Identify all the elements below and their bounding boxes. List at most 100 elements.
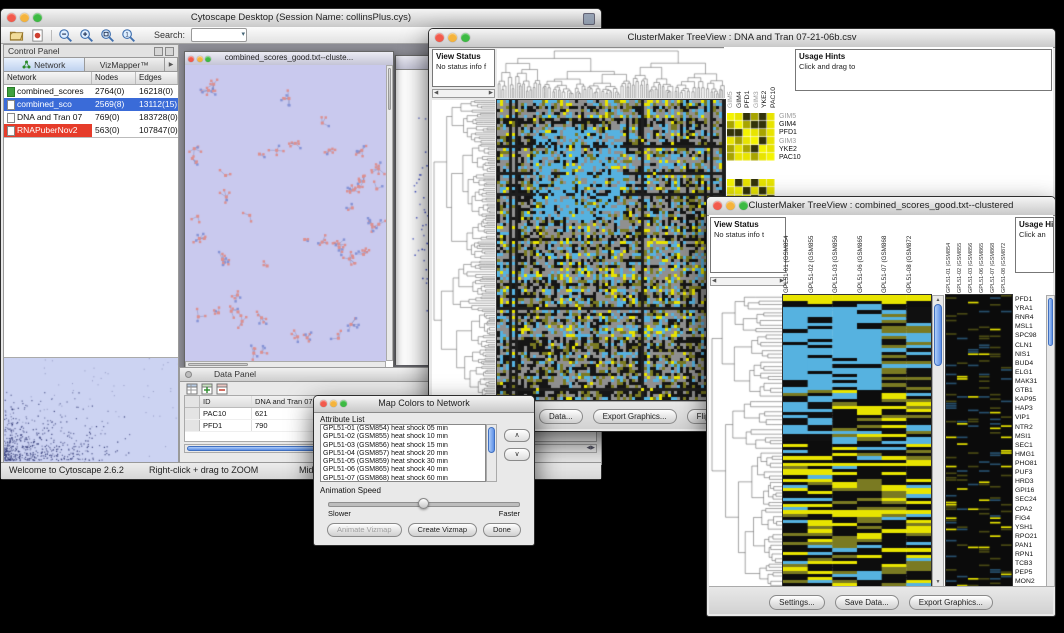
save-data-button[interactable]: Data... bbox=[539, 409, 583, 424]
close-panel-icon[interactable] bbox=[165, 47, 174, 56]
float-panel-icon[interactable] bbox=[154, 47, 163, 56]
network-row-selected[interactable]: combined_sco 2569(8) 13112(15) bbox=[4, 98, 178, 111]
create-attribute-icon[interactable] bbox=[201, 383, 213, 395]
scroll-up-icon[interactable]: ▲ bbox=[933, 297, 943, 303]
zoom-selected-icon[interactable]: 1 bbox=[121, 28, 136, 43]
minimize-button[interactable] bbox=[448, 33, 457, 42]
attribute-list-item[interactable]: GPL51-01 (GSM854) heat shock 05 min bbox=[321, 425, 485, 433]
network-vscrollbar[interactable] bbox=[386, 65, 393, 361]
close-button[interactable] bbox=[7, 13, 16, 22]
row-dendrogram[interactable] bbox=[710, 295, 782, 587]
create-vizmap-button[interactable]: Create Vizmap bbox=[408, 523, 477, 537]
network-table-header: Network Nodes Edges bbox=[4, 72, 178, 85]
tree-hscrollbar[interactable]: ◀▶ bbox=[432, 89, 495, 98]
done-button[interactable]: Done bbox=[483, 523, 521, 537]
scroll-down-icon[interactable]: ▼ bbox=[933, 579, 943, 585]
correlation-matrix-1[interactable] bbox=[727, 113, 775, 161]
select-attributes-icon[interactable] bbox=[186, 383, 198, 395]
scroll-right-icon[interactable]: ▶ bbox=[489, 90, 493, 97]
zoom-in-icon[interactable] bbox=[79, 28, 94, 43]
tree-hscrollbar[interactable]: ◀▶ bbox=[710, 277, 786, 286]
gene-list-scrollbar[interactable] bbox=[1046, 295, 1055, 587]
attribute-list-item[interactable]: GPL51-02 (GSM855) heat shock 10 min bbox=[321, 433, 485, 441]
network-row-flagged[interactable]: RNAPuberNov2 563(0) 107847(0) bbox=[4, 124, 178, 137]
attribute-list-item[interactable]: GPL51-06 (GSM865) heat shock 40 min bbox=[321, 466, 485, 474]
close-button[interactable] bbox=[435, 33, 444, 42]
row-header bbox=[185, 420, 200, 431]
panel-dot-icon[interactable] bbox=[185, 371, 192, 378]
map-dialog-title: Map Colors to Network bbox=[378, 398, 470, 408]
global-column-labels: GPL51-01 (GSM854GPL51-02 (GSM855GPL51-03… bbox=[946, 216, 1012, 293]
attribute-list-scrollbar[interactable] bbox=[486, 424, 497, 482]
array-column-label: GPL51-02 (GSM855 bbox=[808, 216, 833, 293]
global-column-label: GPL51-08 (GSM872 bbox=[1001, 216, 1012, 293]
scroll-left-icon[interactable]: ◀ bbox=[434, 90, 438, 97]
animation-speed-slider[interactable] bbox=[328, 502, 520, 507]
search-input[interactable]: ▾ bbox=[191, 28, 247, 42]
main-titlebar[interactable]: Cytoscape Desktop (Session Name: collins… bbox=[1, 9, 601, 28]
col-id[interactable]: ID bbox=[200, 396, 252, 407]
export-graphics-button[interactable]: Export Graphics... bbox=[909, 595, 993, 610]
close-button[interactable] bbox=[713, 201, 722, 210]
scrollbar-thumb[interactable] bbox=[188, 363, 248, 366]
map-dialog-titlebar[interactable]: Map Colors to Network bbox=[314, 396, 534, 413]
move-down-button[interactable]: ∨ bbox=[504, 448, 530, 461]
move-up-button[interactable]: ∧ bbox=[504, 429, 530, 442]
delete-attribute-icon[interactable] bbox=[216, 383, 228, 395]
treeview-combined-titlebar[interactable]: ClusterMaker TreeView : combined_scores_… bbox=[707, 197, 1055, 216]
col-nodes[interactable]: Nodes bbox=[92, 72, 136, 84]
zoom-fit-icon[interactable] bbox=[100, 28, 115, 43]
maximize-button[interactable] bbox=[340, 400, 347, 407]
scroll-left-icon[interactable]: ◀ bbox=[712, 278, 716, 285]
birds-eye-view[interactable] bbox=[4, 358, 178, 464]
network-view-titlebar[interactable]: combined_scores_good.txt--cluste... bbox=[185, 52, 393, 66]
minimize-button[interactable] bbox=[726, 201, 735, 210]
scrollbar-thumb[interactable] bbox=[488, 427, 495, 453]
heatmap-vscrollbar[interactable]: ▲ ▼ bbox=[932, 295, 944, 587]
tab-vizmapper[interactable]: VizMapper™ bbox=[85, 57, 166, 72]
settings-button[interactable]: Settings... bbox=[769, 595, 825, 610]
maximize-button[interactable] bbox=[739, 201, 748, 210]
scrollbar-thumb[interactable] bbox=[388, 68, 391, 110]
usage-hints-title: Usage Hints bbox=[799, 52, 1048, 61]
attribute-list-item[interactable]: GPL51-04 (GSM857) heat shock 20 min bbox=[321, 450, 485, 458]
column-dendrogram[interactable] bbox=[497, 49, 725, 98]
treeview-dna-titlebar[interactable]: ClusterMaker TreeView : DNA and Tran 07-… bbox=[429, 29, 1055, 48]
minimize-button[interactable] bbox=[20, 13, 29, 22]
attribute-list[interactable]: GPL51-01 (GSM854) heat shock 05 minGPL51… bbox=[320, 424, 486, 482]
main-heatmap[interactable] bbox=[783, 295, 931, 587]
save-data-button[interactable]: Save Data... bbox=[835, 595, 899, 610]
gene-label: PUF3 bbox=[1015, 468, 1047, 477]
network-row[interactable]: combined_scores 2764(0) 16218(0) bbox=[4, 85, 178, 98]
minimize-button[interactable] bbox=[197, 56, 203, 62]
attribute-list-item[interactable]: GPL51-07 (GSM868) heat shock 60 min bbox=[321, 475, 485, 482]
minimize-button[interactable] bbox=[330, 400, 337, 407]
network-view-window[interactable]: combined_scores_good.txt--cluste... bbox=[184, 51, 394, 367]
slider-thumb[interactable] bbox=[418, 498, 429, 509]
global-heatmap[interactable] bbox=[946, 295, 1012, 587]
attribute-list-item[interactable]: GPL51-03 (GSM856) heat shock 15 min bbox=[321, 442, 485, 450]
export-graphics-button[interactable]: Export Graphics... bbox=[593, 409, 677, 424]
close-button[interactable] bbox=[188, 56, 194, 62]
dna-heatmap[interactable] bbox=[497, 100, 725, 400]
network-canvas[interactable] bbox=[185, 65, 386, 361]
annotation-icon[interactable] bbox=[30, 28, 45, 43]
scrollbar-thumb[interactable] bbox=[934, 304, 942, 366]
row-dendrogram[interactable] bbox=[432, 100, 495, 400]
zoom-out-icon[interactable] bbox=[58, 28, 73, 43]
animate-vizmap-button[interactable]: Animate Vizmap bbox=[327, 523, 401, 537]
col-edges[interactable]: Edges bbox=[136, 72, 178, 84]
tab-overflow-arrow-icon[interactable]: ▶ bbox=[165, 57, 178, 72]
network-row[interactable]: DNA and Tran 07 769(0) 183728(0) bbox=[4, 111, 178, 124]
scrollbar-thumb[interactable] bbox=[1048, 298, 1053, 346]
maximize-button[interactable] bbox=[461, 33, 470, 42]
attribute-list-item[interactable]: GPL51-05 (GSM859) heat shock 30 min bbox=[321, 458, 485, 466]
col-network[interactable]: Network bbox=[4, 72, 92, 84]
gene-label: PFD1 bbox=[1015, 295, 1047, 304]
maximize-button[interactable] bbox=[33, 13, 42, 22]
close-button[interactable] bbox=[320, 400, 327, 407]
open-folder-icon[interactable] bbox=[9, 28, 24, 43]
tab-network[interactable]: Network bbox=[4, 57, 85, 72]
gene-label: PAN1 bbox=[1015, 541, 1047, 550]
maximize-button[interactable] bbox=[205, 56, 211, 62]
